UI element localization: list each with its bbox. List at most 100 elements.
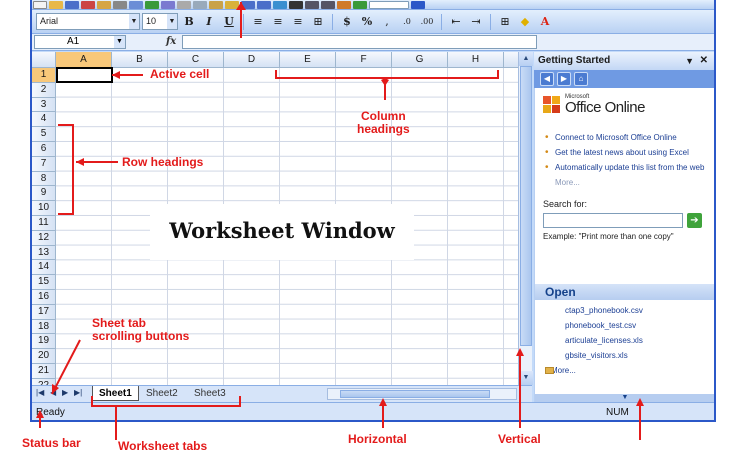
row-heading[interactable]: 21 <box>32 363 56 379</box>
recent-file[interactable]: articulate_licenses.xls <box>565 336 714 346</box>
row-heading[interactable]: 12 <box>32 230 56 246</box>
search-input[interactable] <box>543 213 683 228</box>
last-sheet-icon[interactable]: ▶| <box>74 388 82 397</box>
close-icon[interactable]: ✕ <box>700 52 708 70</box>
undo-icon[interactable] <box>241 0 255 9</box>
row-heading[interactable]: 10 <box>32 201 56 216</box>
chart-wizard-icon[interactable] <box>337 0 351 9</box>
column-heading[interactable]: F <box>336 52 392 68</box>
row-heading[interactable]: 9 <box>32 186 56 202</box>
align-center-icon[interactable]: ≡ <box>269 13 287 31</box>
cut-icon[interactable] <box>177 0 191 9</box>
row-heading[interactable]: 5 <box>32 127 56 142</box>
forward-icon[interactable]: ▶ <box>557 72 571 86</box>
task-pane-scroll-down-icon[interactable]: ▼ <box>535 394 714 402</box>
redo-icon[interactable] <box>257 0 271 9</box>
chevron-down-icon[interactable]: ▼ <box>114 36 125 48</box>
help-icon[interactable] <box>411 0 425 9</box>
sort-descending-icon[interactable] <box>321 0 335 9</box>
comma-style-icon[interactable]: , <box>378 13 396 31</box>
merge-center-icon[interactable]: ⊞ <box>309 13 327 31</box>
increase-indent-icon[interactable]: ⇥ <box>467 13 485 31</box>
row-heading[interactable]: 11 <box>32 215 56 231</box>
format-painter-icon[interactable] <box>225 0 239 9</box>
row-heading[interactable]: 17 <box>32 304 56 320</box>
decrease-indent-icon[interactable]: ⇤ <box>447 13 465 31</box>
permission-icon[interactable] <box>81 0 95 9</box>
drawing-icon[interactable] <box>353 0 367 9</box>
column-heading[interactable]: A <box>56 52 112 68</box>
next-sheet-icon[interactable]: ▶ <box>62 388 68 397</box>
recent-file[interactable]: gbsite_visitors.xls <box>565 351 714 361</box>
italic-button[interactable]: I <box>200 13 218 31</box>
more-link[interactable]: More... <box>543 178 706 187</box>
active-cell[interactable] <box>56 67 113 83</box>
search-go-icon[interactable]: ➔ <box>687 213 702 228</box>
zoom-icon[interactable] <box>369 0 409 9</box>
row-heading[interactable]: 3 <box>32 97 56 113</box>
hyperlink-icon[interactable] <box>273 0 287 9</box>
paste-icon[interactable] <box>209 0 223 9</box>
row-heading[interactable]: 20 <box>32 349 56 364</box>
formula-input[interactable] <box>182 35 537 49</box>
increase-decimal-icon[interactable]: .0 <box>398 13 416 31</box>
scroll-up-icon[interactable]: ▲ <box>519 52 533 66</box>
office-online-logo[interactable]: Microsoft Office Online <box>543 94 706 115</box>
insert-function-button[interactable]: fx <box>166 36 176 47</box>
recent-file[interactable]: ctap3_phonebook.csv <box>565 306 714 316</box>
row-heading[interactable]: 19 <box>32 334 56 350</box>
column-heading[interactable]: G <box>392 52 448 68</box>
open-icon[interactable] <box>49 0 63 9</box>
font-size-combo[interactable]: 10 ▼ <box>142 13 178 30</box>
row-heading[interactable]: 16 <box>32 289 56 305</box>
chevron-down-icon[interactable]: ▼ <box>167 14 177 29</box>
tab-sheet2[interactable]: Sheet2 <box>140 386 184 401</box>
first-sheet-icon[interactable]: |◀ <box>36 388 44 397</box>
bold-button[interactable]: B <box>180 13 198 31</box>
sort-ascending-icon[interactable] <box>305 0 319 9</box>
row-heading[interactable]: 8 <box>32 171 56 187</box>
home-icon[interactable]: ⌂ <box>574 72 588 86</box>
column-heading[interactable]: B <box>112 52 168 68</box>
fill-color-icon[interactable]: ◆ <box>516 13 534 31</box>
align-right-icon[interactable]: ≡ <box>289 13 307 31</box>
link-latest-news[interactable]: Get the latest news about using Excel <box>543 148 706 158</box>
link-auto-update[interactable]: Automatically update this list from the … <box>543 163 706 173</box>
print-icon[interactable] <box>113 0 127 9</box>
prev-sheet-icon[interactable]: ◀ <box>50 388 56 397</box>
select-all-button[interactable] <box>32 52 56 68</box>
row-heading[interactable]: 1 <box>32 68 56 83</box>
horizontal-scroll-thumb[interactable] <box>340 390 490 398</box>
column-heading[interactable]: E <box>280 52 336 68</box>
research-icon[interactable] <box>161 0 175 9</box>
task-pane-menu-icon[interactable]: ▼ <box>685 52 694 70</box>
tab-sheet3[interactable]: Sheet3 <box>188 386 232 401</box>
open-more-link[interactable]: More... <box>535 366 714 375</box>
chevron-down-icon[interactable]: ▼ <box>129 14 139 29</box>
row-heading[interactable]: 13 <box>32 245 56 261</box>
row-heading[interactable]: 6 <box>32 141 56 157</box>
autosum-icon[interactable] <box>289 0 303 9</box>
horizontal-scrollbar[interactable] <box>327 388 517 400</box>
column-heading[interactable]: H <box>448 52 504 68</box>
save-icon[interactable] <box>65 0 79 9</box>
scroll-down-icon[interactable]: ▼ <box>519 371 533 385</box>
copy-icon[interactable] <box>193 0 207 9</box>
email-icon[interactable] <box>97 0 111 9</box>
vertical-scrollbar[interactable]: ▲ ▼ <box>518 52 533 385</box>
back-icon[interactable]: ◀ <box>540 72 554 86</box>
percent-button[interactable]: % <box>358 13 376 31</box>
decrease-decimal-icon[interactable]: .00 <box>418 13 436 31</box>
name-box[interactable]: A1 ▼ <box>34 35 126 49</box>
row-heading[interactable]: 18 <box>32 319 56 335</box>
row-heading[interactable]: 7 <box>32 156 56 172</box>
column-heading[interactable]: D <box>224 52 280 68</box>
font-name-combo[interactable]: Arial ▼ <box>36 13 140 30</box>
row-heading[interactable]: 4 <box>32 112 56 128</box>
borders-icon[interactable]: ⊞ <box>496 13 514 31</box>
print-preview-icon[interactable] <box>129 0 143 9</box>
tab-sheet1[interactable]: Sheet1 <box>92 386 139 401</box>
vertical-scroll-thumb[interactable] <box>520 66 532 346</box>
underline-button[interactable]: U <box>220 13 238 31</box>
align-left-icon[interactable]: ≡ <box>249 13 267 31</box>
